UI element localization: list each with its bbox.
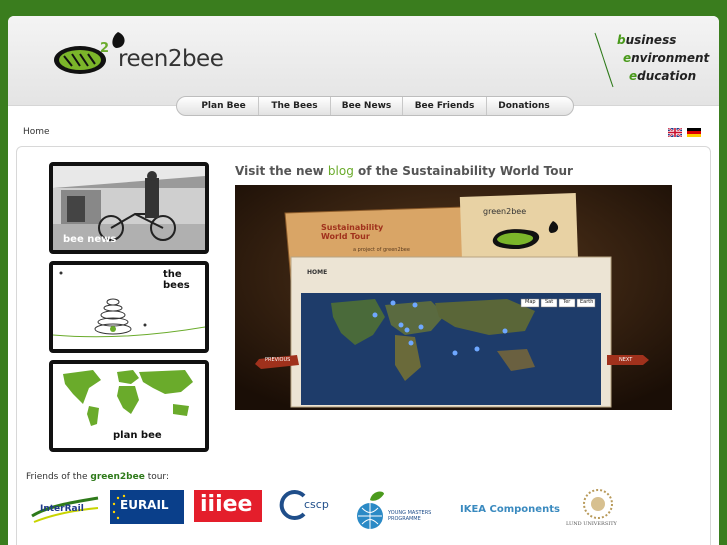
blog-home-link: HOME xyxy=(307,269,328,276)
globe-leaf-icon xyxy=(357,491,384,529)
bee-news-box[interactable]: bee news xyxy=(49,162,209,254)
nav-the-bees[interactable]: The Bees xyxy=(259,97,331,115)
young-masters-logo[interactable]: YOUNG MASTERS PROGRAMME xyxy=(354,488,444,529)
site-logo[interactable]: 2 reen2bee xyxy=(50,26,224,86)
tagline-business: business xyxy=(617,33,677,47)
tagline: business environment education xyxy=(593,31,713,91)
main-nav: Plan Bee The Bees Bee News Bee Friends D… xyxy=(176,96,574,116)
nav-plan-bee[interactable]: Plan Bee xyxy=(189,97,259,115)
sign-subtitle: a project of green2bee xyxy=(353,247,410,253)
cscp-logo[interactable]: cscp xyxy=(278,488,340,528)
bee-news-label: bee news xyxy=(63,234,117,245)
badge-text: green2bee xyxy=(483,207,527,216)
map-button-map: Map xyxy=(525,299,536,305)
svg-text:2: 2 xyxy=(100,41,109,56)
logo-text: reen2bee xyxy=(118,46,224,72)
interrail-logo[interactable]: InterRail xyxy=(28,488,100,528)
map-button-ter: Ter xyxy=(563,299,571,305)
blog-screenshot xyxy=(235,185,672,410)
language-switcher xyxy=(668,128,701,137)
plan-bee-box[interactable]: plan bee xyxy=(49,360,209,452)
page-container: 2 reen2bee business environment educatio… xyxy=(8,16,719,545)
map-button-sat: Sat xyxy=(545,299,554,305)
feature-headline: Visit the new blog of the Sustainability… xyxy=(235,164,573,178)
tagline-education: education xyxy=(629,69,697,83)
next-arrow: NEXT xyxy=(619,357,633,363)
blog-link[interactable]: blog xyxy=(328,164,354,178)
the-bees-label: the bees xyxy=(163,269,190,291)
grass-icon xyxy=(594,32,614,88)
nav-bee-friends[interactable]: Bee Friends xyxy=(403,97,487,115)
iiiee-logo[interactable]: iiiee xyxy=(194,490,262,522)
lund-university-logo[interactable]: LUND UNIVERSITY xyxy=(564,488,632,528)
german-flag-icon[interactable] xyxy=(687,128,701,137)
friends-label: Friends of the green2bee tour: xyxy=(26,472,170,482)
sign-title: Sustainability World Tour xyxy=(321,223,384,241)
nav-donations[interactable]: Donations xyxy=(487,97,561,115)
nav-bee-news[interactable]: Bee News xyxy=(331,97,403,115)
previous-arrow: PREVIOUS xyxy=(265,357,291,363)
lund-seal-icon xyxy=(583,489,613,519)
the-bees-box[interactable]: the bees xyxy=(49,261,209,353)
feature-image[interactable]: Sustainability World Tour a project of g… xyxy=(235,185,672,410)
uk-flag-icon[interactable] xyxy=(668,128,682,137)
eurail-logo[interactable]: EURAIL xyxy=(110,490,184,524)
site-header: 2 reen2bee business environment educatio… xyxy=(8,16,719,106)
ikea-components-logo[interactable]: IKEA Components xyxy=(458,488,562,528)
breadcrumb[interactable]: Home xyxy=(23,127,50,137)
tagline-environment: environment xyxy=(623,51,710,65)
map-button-earth: Earth xyxy=(580,299,594,305)
plan-bee-label: plan bee xyxy=(113,430,162,441)
